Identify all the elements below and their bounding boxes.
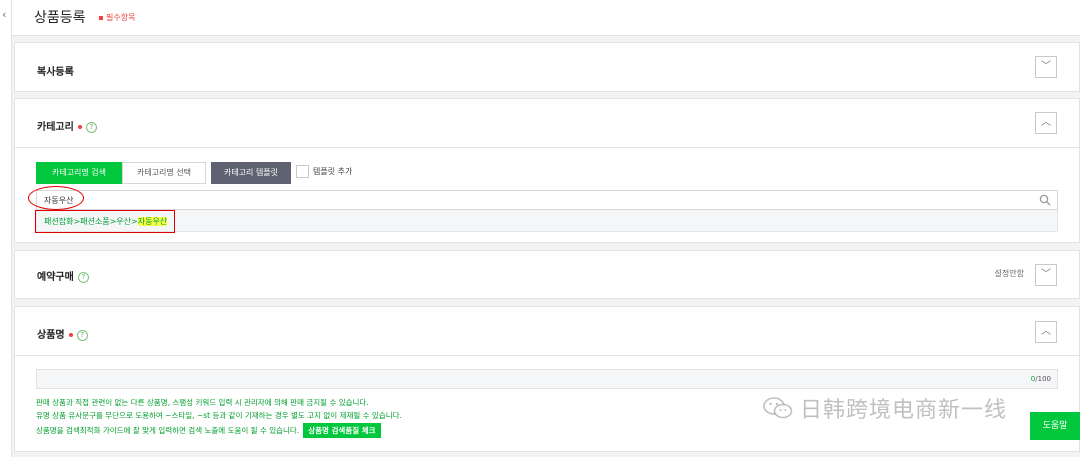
category-search-result[interactable]: 패션잡화>패션소품>우산>자동우산 [36,210,1058,232]
preorder-toggle[interactable]: ﹀ [1035,264,1057,286]
search-quality-check-button[interactable]: 상품명 검색품질 체크 [303,423,381,438]
help-icon[interactable]: ? [77,271,89,283]
sidebar-collapse-rail[interactable]: ‹ [0,0,12,457]
help-button[interactable]: 도움말 [1030,412,1080,440]
required-dot [77,125,82,129]
product-name-hint-text: 상품명을 검색최적화 가이드에 잘 맞게 입력하면 검색 노출에 도움이 될 수… [36,426,300,435]
help-icon[interactable]: ? [76,329,88,341]
preorder-title: 예약구매? [37,268,89,283]
chevron-left-icon[interactable]: ‹ [2,8,6,22]
chevron-up-icon: ︿ [1041,117,1051,128]
category-title: 카테고리? [37,118,97,133]
product-name-hint: 판매 상품과 직접 관련이 없는 다른 상품명, 스팸성 키워드 입력 시 관리… [36,398,369,407]
required-note-label: 필수항목 [106,13,136,22]
category-toggle[interactable]: ︿ [1035,112,1057,134]
copy-register-panel: 복사등록 ﹀ [14,42,1080,92]
preorder-title-label: 예약구매 [37,272,74,283]
template-add-label: 템플릿 추가 [313,167,353,176]
page-title: 상품등록 [34,10,86,26]
template-add-checkbox[interactable] [296,165,309,178]
annotation-ellipse [28,186,84,210]
wechat-icon [763,397,793,419]
preorder-panel: 예약구매? ﹀ [14,250,1080,299]
watermark: 日韩跨境电商新一线 [762,392,1007,424]
required-dot [68,333,73,337]
product-name-title: 상품명? [37,326,88,341]
divider [15,147,1079,148]
tab-category-search[interactable]: 카테고리명 검색 [36,162,122,184]
preorder-settings-status: 설정안함 [994,269,1024,278]
product-name-hint: 상품명을 검색최적화 가이드에 잘 맞게 입력하면 검색 노출에 도움이 될 수… [36,423,381,438]
chevron-down-icon: ﹀ [1041,269,1051,280]
page-header: 상품등록 필수항목 [12,0,1080,36]
tab-category-select[interactable]: 카테고리명 선택 [122,162,206,184]
category-search-input[interactable]: 자동우산 [36,190,1058,210]
product-name-input[interactable]: 0/100 [36,369,1058,389]
help-icon[interactable]: ? [85,121,97,133]
required-note: 필수항목 [99,12,135,23]
copy-register-title: 복사등록 [37,67,74,78]
category-title-label: 카테고리 [37,122,74,133]
tab-category-template[interactable]: 카테고리 템플릿 [211,162,291,184]
divider [15,355,1079,356]
watermark-text: 日韩跨境电商新一线 [800,398,1008,423]
annotation-rectangle [35,210,175,233]
product-name-toggle[interactable]: ︿ [1035,321,1057,343]
required-marker [99,15,103,20]
copy-register-toggle[interactable]: ﹀ [1035,56,1057,78]
char-counter: 0/100 [1031,375,1051,383]
search-icon[interactable] [1039,194,1051,206]
char-max: /100 [1035,375,1051,383]
chevron-down-icon: ﹀ [1041,61,1051,72]
chevron-up-icon: ︿ [1041,326,1051,337]
product-name-title-label: 상품명 [37,330,65,341]
product-name-hint: 유명 상품 유사문구를 무단으로 도용하여 ~스타일, ~st 등과 같이 기재… [36,411,402,420]
